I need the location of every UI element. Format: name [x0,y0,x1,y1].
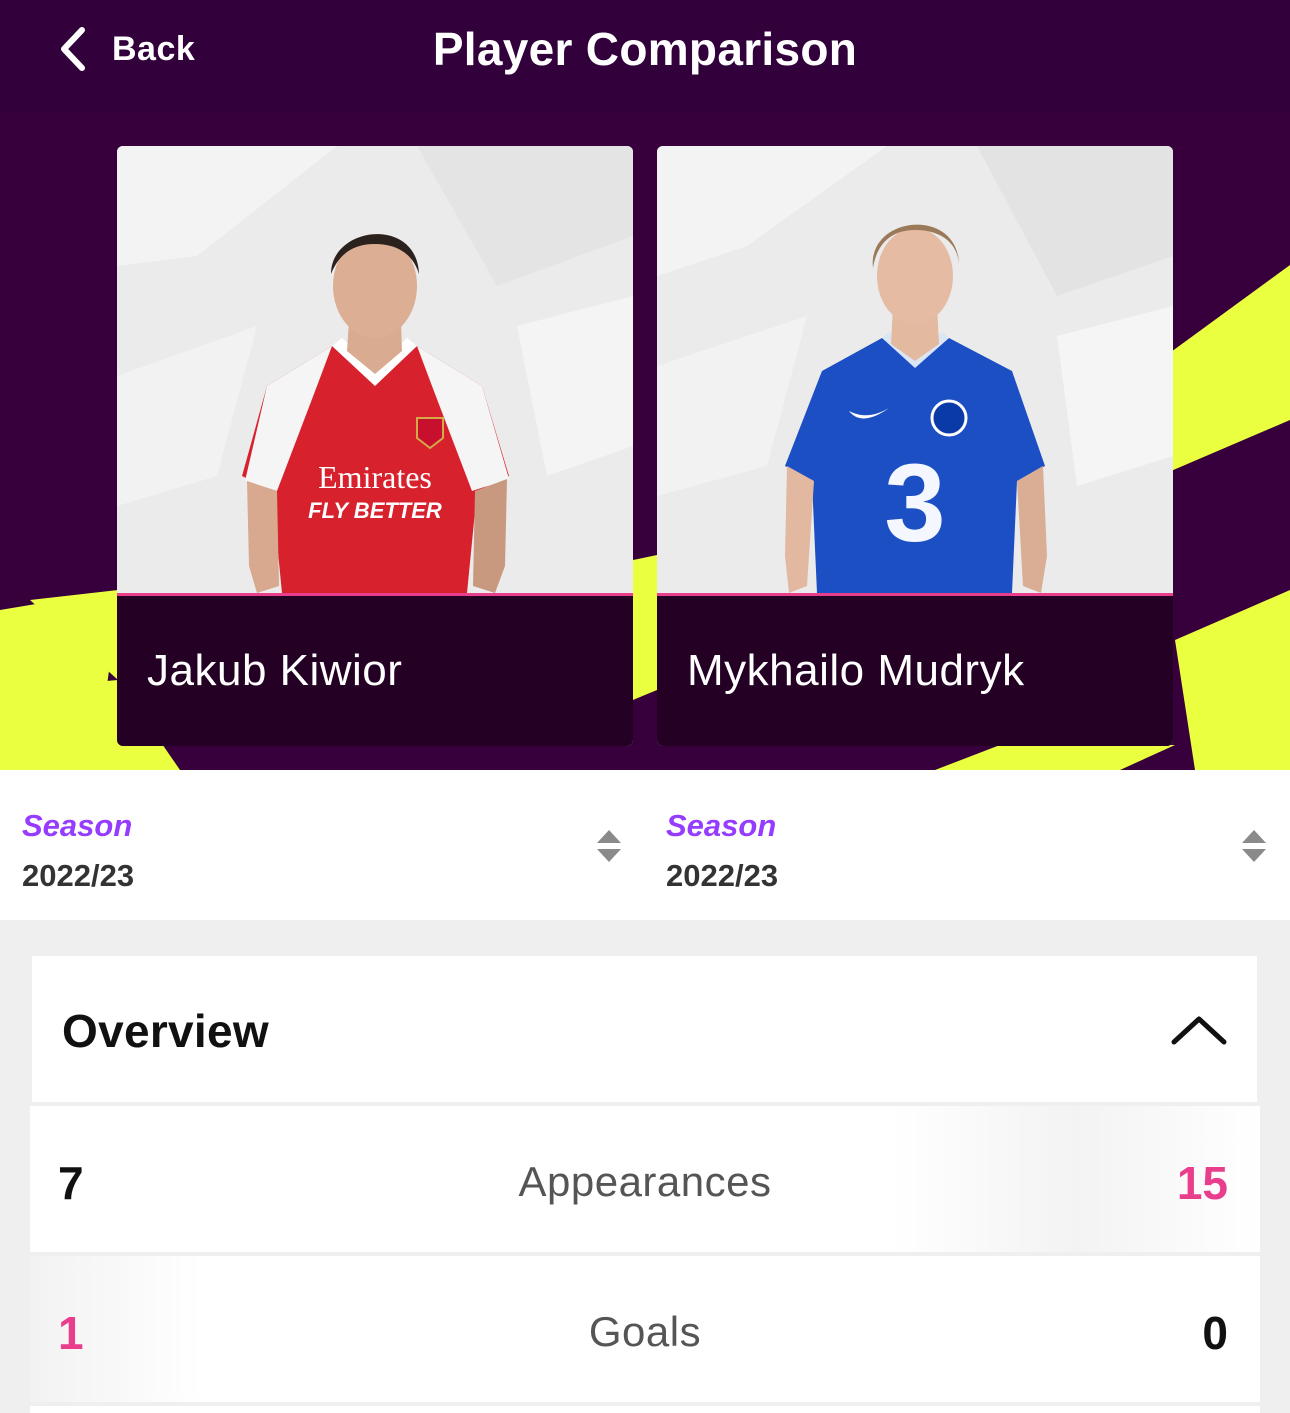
season-select-left[interactable]: Season 2022/23 [22,770,642,920]
player-photo: Emirates FLY BETTER [117,146,633,593]
player-card-left[interactable]: Emirates FLY BETTER Jakub Kiwior [117,146,633,746]
season-select-right[interactable]: Season 2022/23 [666,770,1286,920]
stat-row-appearances: 7 Appearances 15 [30,1106,1260,1252]
season-label: Season [22,808,133,843]
player-name-left: Jakub Kiwior [147,646,403,695]
stat-label: Goals [588,1308,702,1355]
season-value: 2022/23 [22,858,135,893]
overview-section-header[interactable]: Overview [32,956,1257,1102]
hero-header: Back Player Comparison Emirates FLY BETT… [0,0,1290,770]
season-selectors: Season 2022/23 Season 2022/23 [0,770,1290,920]
sort-arrows-icon [597,830,621,862]
player-name-right: Mykhailo Mudryk [687,646,1025,695]
stat-row-goals: 1 Goals 0 [30,1256,1260,1402]
player-comparison-screen: Back Player Comparison Emirates FLY BETT… [0,0,1290,1413]
player-card-right[interactable]: 3 Mykhailo Mudryk [657,146,1173,746]
sponsor-text: Emirates [318,459,432,495]
sponsor-text: 3 [884,442,945,565]
stat-right-value: 15 [1176,1157,1228,1209]
player-photo: 3 [657,146,1173,593]
stat-right-value: 0 [1202,1307,1228,1359]
season-value: 2022/23 [666,858,779,893]
top-bar: Back Player Comparison [0,0,1290,110]
sort-arrows-icon [1242,830,1266,862]
stat-row-next [30,1406,1260,1413]
svg-text:FLY BETTER: FLY BETTER [308,498,442,523]
stat-label: Appearances [518,1158,772,1205]
chevron-up-icon[interactable] [1170,1014,1228,1046]
overview-title: Overview [62,1005,269,1057]
page-title: Player Comparison [432,23,858,75]
season-label: Season [666,808,777,843]
